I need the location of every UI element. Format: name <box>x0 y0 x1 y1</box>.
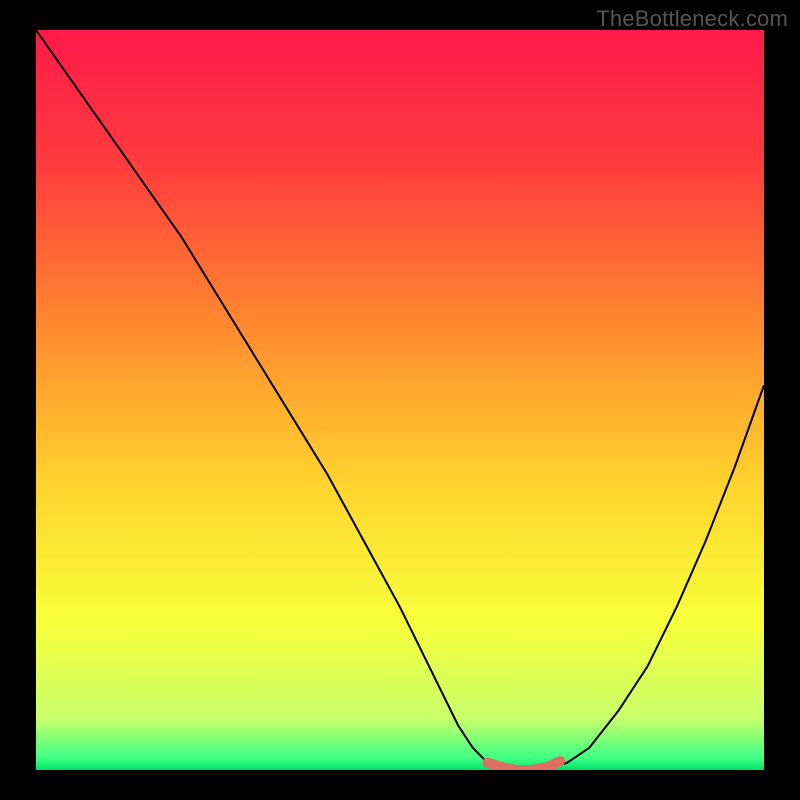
gradient-background <box>36 30 764 770</box>
chart-frame: TheBottleneck.com <box>0 0 800 800</box>
watermark-text: TheBottleneck.com <box>596 6 788 32</box>
plot-area <box>36 30 764 770</box>
bottleneck-chart <box>36 30 764 770</box>
